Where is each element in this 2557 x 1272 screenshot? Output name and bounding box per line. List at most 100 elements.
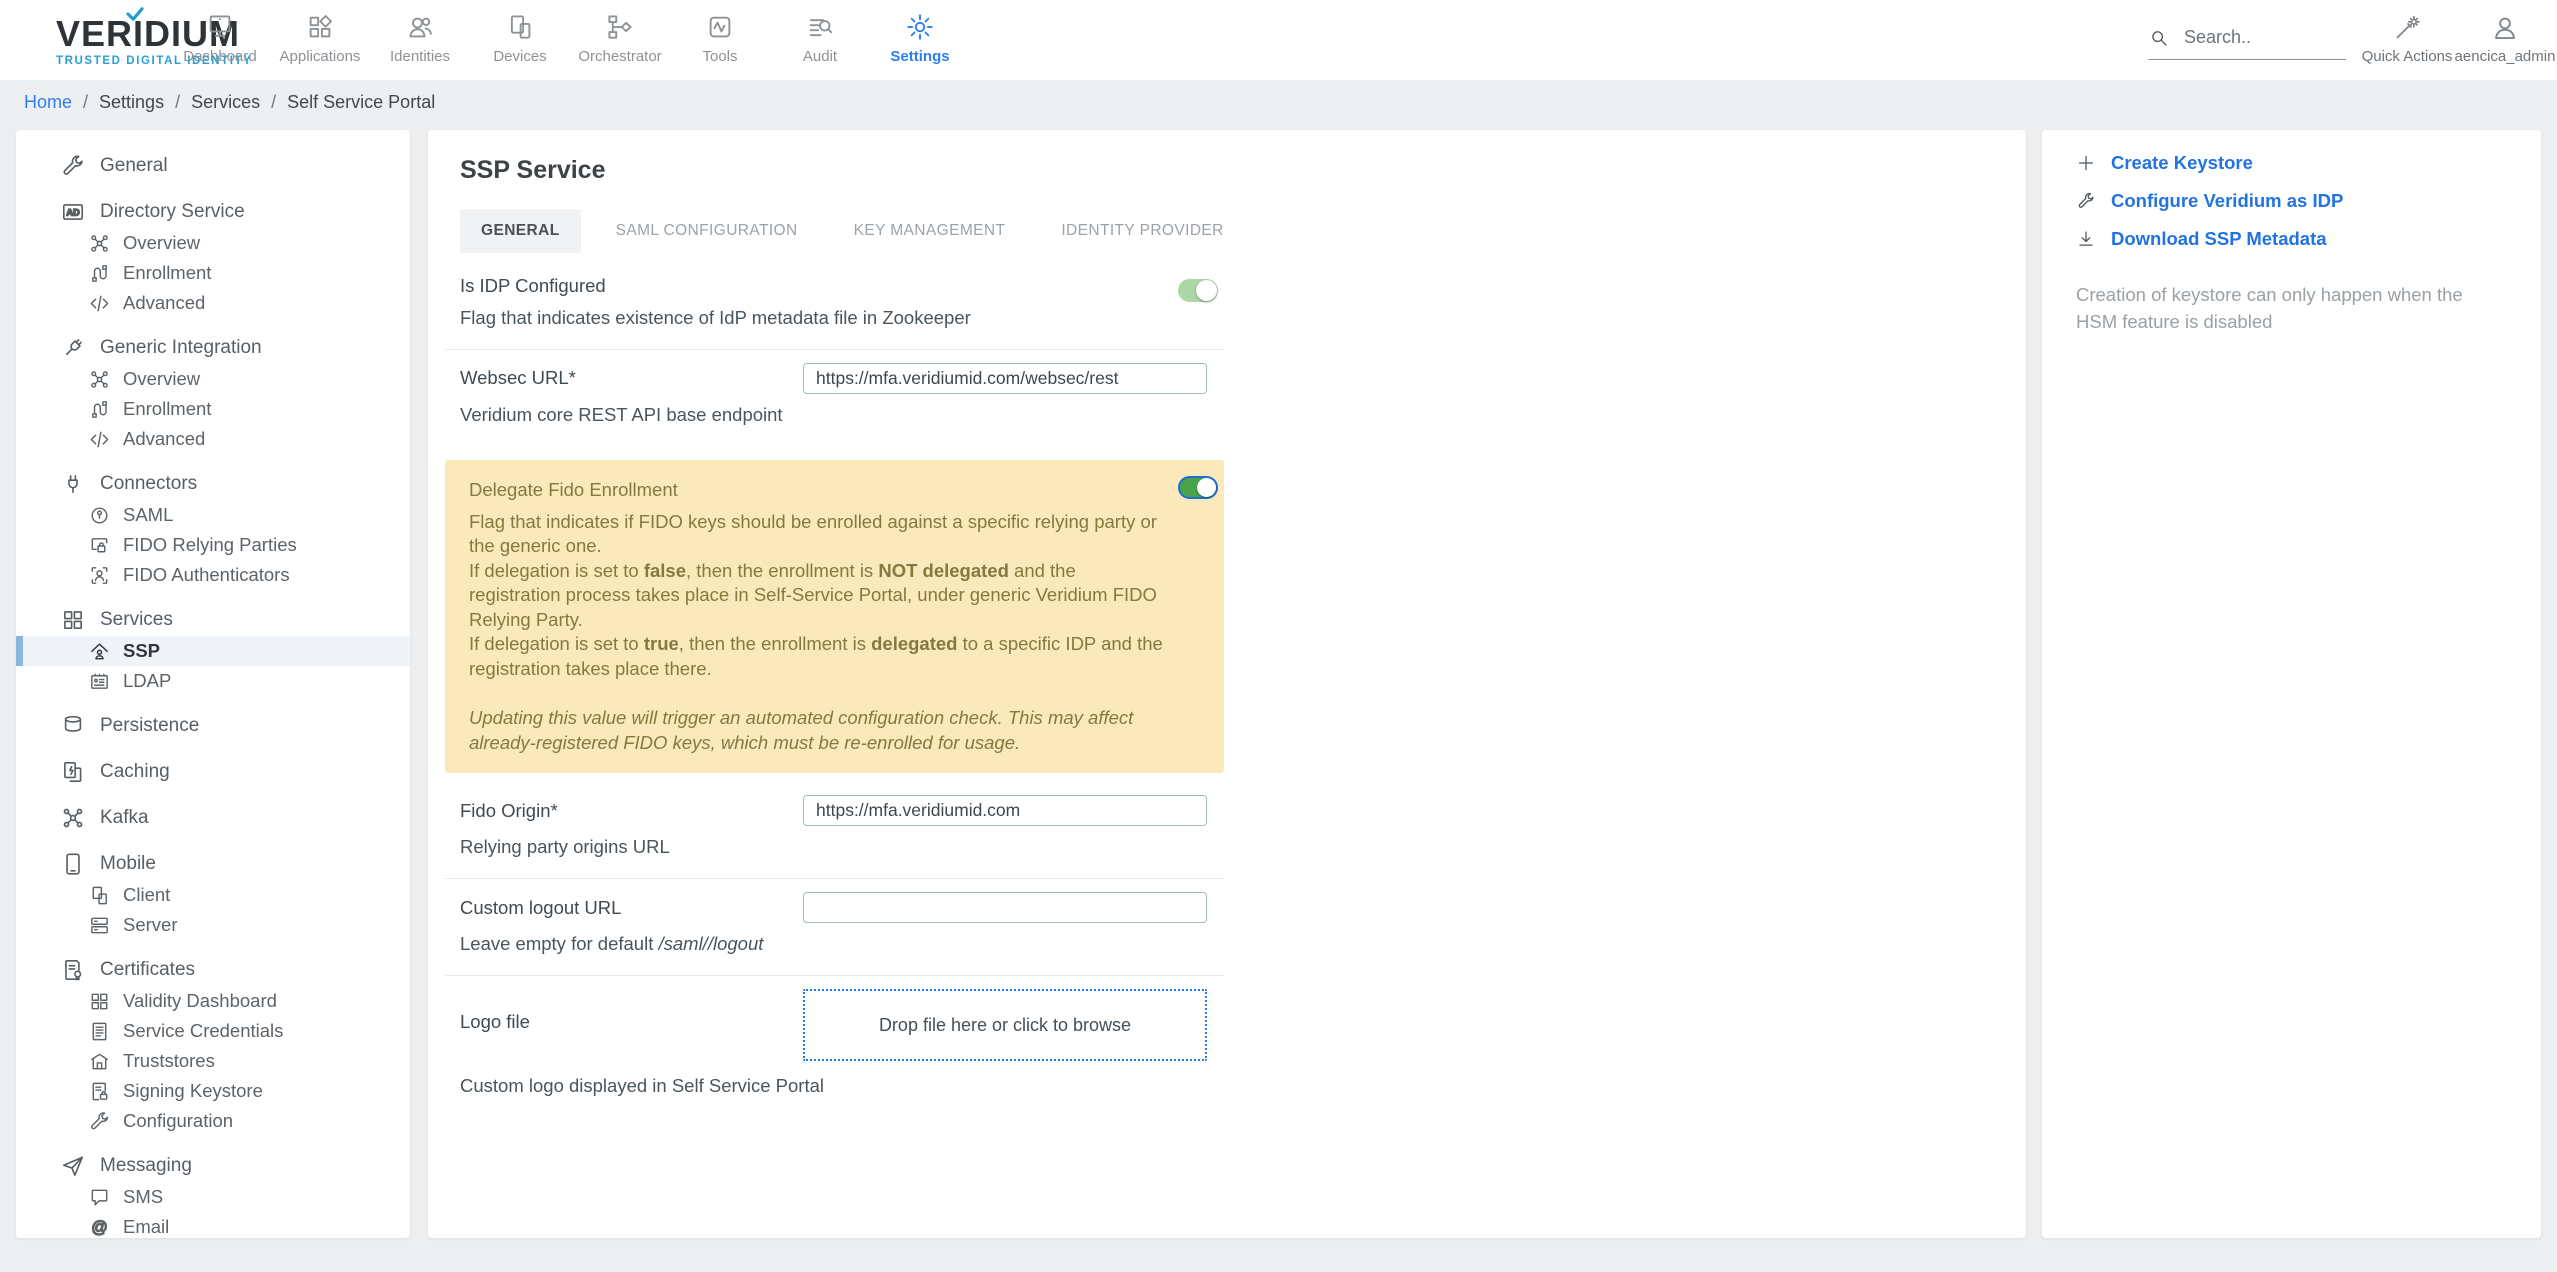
is-idp-configured-description: Flag that indicates existence of IdP met… [460,307,971,328]
app-grid-icon [305,12,335,42]
sidebar-label: Truststores [123,1050,215,1071]
nodes-icon [88,368,111,391]
sidebar-label: FIDO Authenticators [123,564,290,585]
download-icon [2076,229,2096,249]
delegate-fido-toggle[interactable] [1178,475,1218,499]
sidebar-item-gi-overview[interactable]: Overview [16,364,410,394]
sidebar-label: SAML [123,504,174,525]
grid-icon [88,990,111,1013]
field-logo-file: Logo file Drop file here or click to bro… [445,975,1224,1117]
nav-label: Audit [802,48,838,65]
sidebar-item-caching[interactable]: Caching [16,756,410,788]
sidebar-item-general[interactable]: General [16,150,410,182]
actions-panel: Create Keystore Configure Veridium as ID… [2042,130,2541,1238]
sidebar-item-mobile-client[interactable]: Client [16,880,410,910]
tab-identity-provider[interactable]: IDENTITY PROVIDER [1040,209,1244,253]
nav-item-tools[interactable]: Tools [670,0,770,80]
home-user-icon [88,640,111,663]
code-icon [88,428,111,451]
sidebar-label: Advanced [123,428,206,449]
route-icon [88,398,111,421]
is-idp-configured-toggle[interactable] [1178,279,1218,302]
sidebar-item-certificates[interactable]: Certificates [16,954,410,986]
custom-logout-input[interactable] [803,892,1207,924]
sidebar-item-ldap[interactable]: LDAP [16,666,410,696]
sidebar-item-mobile-server[interactable]: Server [16,910,410,940]
sidebar-item-ssp[interactable]: SSP [16,636,410,666]
sidebar-item-saml[interactable]: SAML [16,500,410,530]
sidebar-item-fido-authenticators[interactable]: FIDO Authenticators [16,560,410,590]
sidebar-item-service-credentials[interactable]: Service Credentials [16,1016,410,1046]
tab-general[interactable]: GENERAL [460,209,581,253]
sidebar-item-connectors[interactable]: Connectors [16,468,410,500]
sidebar-item-persistence[interactable]: Persistence [16,710,410,742]
logo-file-dropzone[interactable]: Drop file here or click to browse [803,989,1207,1062]
nav-item-settings[interactable]: Settings [870,0,970,80]
nav-label: Tools [702,48,738,65]
sidebar-item-kafka[interactable]: Kafka [16,802,410,834]
sidebar-label: Client [123,884,171,905]
chat-icon [88,1186,111,1209]
sidebar-item-fido-relying-parties[interactable]: FIDO Relying Parties [16,530,410,560]
search-icon [2148,27,2170,49]
tab-key-management[interactable]: KEY MANAGEMENT [833,209,1027,253]
nav-item-devices[interactable]: Devices [470,0,570,80]
sidebar-item-ds-overview[interactable]: Overview [16,228,410,258]
nav-item-orchestrator[interactable]: Orchestrator [570,0,670,80]
quick-actions-button[interactable]: Quick Actions [2352,13,2462,65]
ssp-tabs: GENERAL SAML CONFIGURATION KEY MANAGEMEN… [460,209,2026,253]
search-input[interactable] [2182,26,2326,49]
sidebar-item-ds-enrollment[interactable]: Enrollment [16,258,410,288]
text-part-bold: delegated [871,633,958,655]
route-icon [88,262,111,285]
websec-url-input[interactable] [803,362,1207,394]
nav-item-applications[interactable]: Applications [270,0,370,80]
text-part-bold: true [643,633,679,655]
nav-item-dashboard[interactable]: Dashboard [170,0,270,80]
logo-file-label: Logo file [460,1011,530,1033]
toggle-knob [1197,477,1216,497]
breadcrumb-services-link[interactable]: Services [191,92,260,113]
field-is-idp-configured: Is IDP Configured Flag that indicates ex… [445,265,1224,349]
nav-item-identities[interactable]: Identities [370,0,470,80]
breadcrumb-home-link[interactable]: Home [24,92,72,113]
sidebar-item-messaging[interactable]: Messaging [16,1150,410,1182]
sidebar-label: Overview [123,368,201,389]
sidebar-item-ds-advanced[interactable]: Advanced [16,288,410,318]
sidebar-item-generic-integration[interactable]: Generic Integration [16,332,410,364]
primary-nav: Dashboard Applications Identities Device… [170,0,970,80]
sidebar-item-sms[interactable]: SMS [16,1182,410,1212]
sidebar-label: Overview [123,232,201,253]
tab-saml-configuration[interactable]: SAML CONFIGURATION [595,209,819,253]
toggle-knob [1196,280,1217,301]
fido-origin-description: Relying party origins URL [460,836,670,858]
download-ssp-metadata-link[interactable]: Download SSP Metadata [2076,228,2511,250]
fido-origin-label: Fido Origin* [460,799,558,821]
sidebar-item-signing-keystore[interactable]: Signing Keystore [16,1076,410,1106]
sidebar-item-email[interactable]: Email [16,1212,410,1238]
sidebar-label: Directory Service [100,201,245,222]
breadcrumb-bar: Home / Settings / Services / Self Servic… [0,80,2557,196]
nav-label: Orchestrator [578,48,662,65]
fido-origin-input[interactable] [803,795,1207,827]
sidebar-item-cert-configuration[interactable]: Configuration [16,1106,410,1136]
nav-item-audit[interactable]: Audit [770,0,870,80]
breadcrumb-settings-link[interactable]: Settings [99,92,164,113]
sidebar-item-directory-service[interactable]: Directory Service [16,196,410,228]
sidebar-label: Mobile [100,853,156,874]
sidebar-item-truststores[interactable]: Truststores [16,1046,410,1076]
configure-veridium-as-idp-link[interactable]: Configure Veridium as IDP [2076,190,2511,212]
websec-url-label: Websec URL* [460,367,576,389]
id-card-icon [88,670,111,693]
sidebar-item-gi-enrollment[interactable]: Enrollment [16,394,410,424]
sidebar-item-mobile[interactable]: Mobile [16,848,410,880]
logo-file-description: Custom logo displayed in Self Service Po… [460,1075,825,1097]
user-menu[interactable]: aencica_admin [2450,13,2557,65]
sidebar-item-gi-advanced[interactable]: Advanced [16,424,410,454]
page-title: SSP Service [460,156,606,184]
breadcrumb-separator: / [271,92,277,112]
create-keystore-link[interactable]: Create Keystore [2076,152,2511,174]
sidebar-item-services[interactable]: Services [16,604,410,636]
sidebar-item-validity-dashboard[interactable]: Validity Dashboard [16,986,410,1016]
sidebar-label: Certificates [100,959,196,980]
